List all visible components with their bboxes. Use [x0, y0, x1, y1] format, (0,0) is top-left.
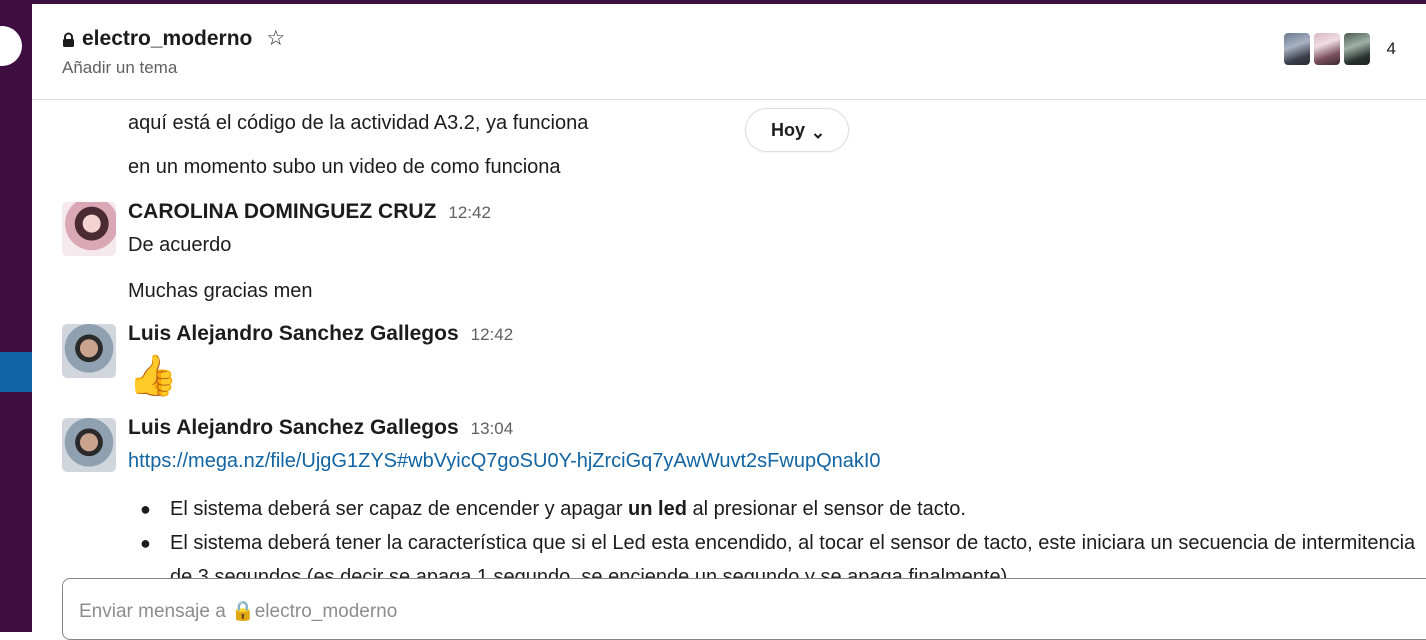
message-link[interactable]: https://mega.nz/file/UjgG1ZYS#wbVyicQ7go…: [128, 450, 881, 473]
bullet-list: ● El sistema deberá ser capaz de encende…: [140, 492, 1420, 578]
message-author[interactable]: Luis Alejandro Sanchez Gallegos: [128, 322, 459, 346]
avatar[interactable]: [62, 202, 116, 256]
avatar[interactable]: [62, 324, 116, 378]
thumbs-up-emoji: 👍: [128, 354, 178, 398]
message-timestamp[interactable]: 12:42: [471, 325, 514, 345]
member-count: 4: [1386, 39, 1396, 58]
channel-topic[interactable]: Añadir un tema: [62, 58, 177, 78]
channel-name: electro_moderno: [82, 26, 253, 50]
message-timestamp[interactable]: 13:04: [471, 419, 514, 439]
bullet-dot: ●: [140, 499, 151, 519]
message-header: Luis Alejandro Sanchez Gallegos 13:04: [128, 416, 513, 440]
member-avatar: [1312, 32, 1341, 66]
member-list-button[interactable]: 4: [1282, 32, 1396, 66]
lock-icon: [62, 31, 76, 47]
sidebar: [0, 0, 32, 632]
message-header: Luis Alejandro Sanchez Gallegos 12:42: [128, 322, 513, 346]
message-text: aquí está el código de la actividad A3.2…: [128, 112, 589, 134]
workspace-icon[interactable]: [0, 26, 22, 66]
message-text: Muchas gracias men: [128, 280, 313, 302]
star-icon[interactable]: ☆: [266, 26, 285, 51]
message-composer[interactable]: [62, 578, 1426, 640]
message-text: en un momento subo un video de como func…: [128, 156, 561, 178]
message-author[interactable]: CAROLINA DOMINGUEZ CRUZ: [128, 200, 436, 224]
member-avatar: [1342, 32, 1371, 66]
list-item-text: El sistema deberá tener la característic…: [170, 532, 1416, 578]
message-list: aquí está el código de la actividad A3.2…: [32, 100, 1426, 578]
list-item-text: El sistema deberá ser capaz de encender …: [170, 498, 966, 520]
date-label: Hoy: [770, 119, 805, 140]
bullet-dot: ●: [140, 533, 151, 553]
sidebar-active-item[interactable]: [0, 352, 32, 392]
message-author[interactable]: Luis Alejandro Sanchez Gallegos: [128, 416, 459, 440]
list-item: ● El sistema deberá tener la característ…: [140, 526, 1420, 578]
bold-text: un led: [628, 498, 687, 520]
message-input[interactable]: [79, 597, 1379, 627]
avatar[interactable]: [62, 418, 116, 472]
message-timestamp[interactable]: 12:42: [448, 203, 491, 223]
list-item: ● El sistema deberá ser capaz de encende…: [140, 492, 1420, 526]
channel-title[interactable]: electro_moderno ☆: [62, 26, 285, 51]
date-divider-button[interactable]: Hoy: [745, 108, 849, 152]
message-header: CAROLINA DOMINGUEZ CRUZ 12:42: [128, 200, 491, 224]
chevron-down-icon: [813, 125, 823, 139]
channel-header: electro_moderno ☆ Añadir un tema 4: [32, 4, 1426, 100]
member-avatar: [1282, 32, 1311, 66]
message-text: De acuerdo: [128, 234, 232, 256]
